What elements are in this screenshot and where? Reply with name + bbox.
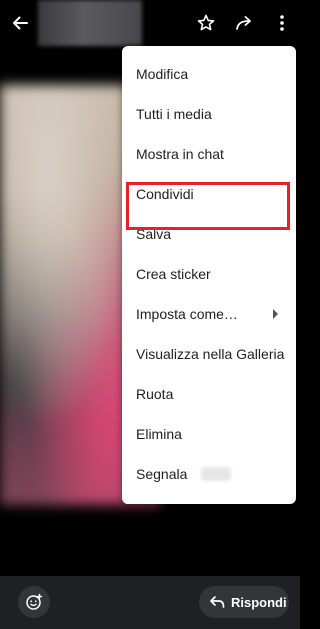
star-icon[interactable] [192,9,220,37]
menu-item-visualizza-nella-galleria[interactable]: Visualizza nella Galleria [122,334,296,374]
submenu-arrow-icon [273,309,278,319]
menu-item-crea-sticker[interactable]: Crea sticker [122,254,296,294]
reply-label: Rispondi [231,594,287,610]
menu-item-label: Segnala [136,466,188,482]
overflow-menu: Modifica Tutti i media Mostra in chat Co… [122,46,296,504]
menu-item-label: Modifica [136,66,189,82]
highlight-annotation [126,182,290,230]
more-options-icon[interactable] [268,9,296,37]
menu-item-label: Crea sticker [136,266,211,282]
forward-icon[interactable] [231,9,259,37]
menu-item-label: Ruota [136,386,174,402]
menu-item-segnala[interactable]: Segnala [122,454,296,494]
menu-item-label: Tutti i media [136,106,212,122]
menu-item-label: Imposta come… [136,306,238,322]
menu-item-mostra-in-chat[interactable]: Mostra in chat [122,134,296,174]
menu-item-elimina[interactable]: Elimina [122,414,296,454]
back-icon[interactable] [6,9,34,37]
bottom-bar: Rispondi [0,576,300,629]
menu-item-modifica[interactable]: Modifica [122,54,296,94]
reply-button[interactable]: Rispondi [199,586,289,618]
top-app-bar [0,0,300,46]
menu-item-label: Mostra in chat [136,146,224,162]
menu-item-label: Elimina [136,426,182,442]
menu-item-imposta-come[interactable]: Imposta come… [122,294,296,334]
emoji-reaction-icon[interactable] [18,586,50,618]
menu-item-ruota[interactable]: Ruota [122,374,296,414]
menu-item-label: Visualizza nella Galleria [136,346,285,362]
reply-icon [209,595,225,609]
redacted-text [201,467,232,481]
contact-name-redacted [38,0,142,46]
menu-item-tutti-i-media[interactable]: Tutti i media [122,94,296,134]
